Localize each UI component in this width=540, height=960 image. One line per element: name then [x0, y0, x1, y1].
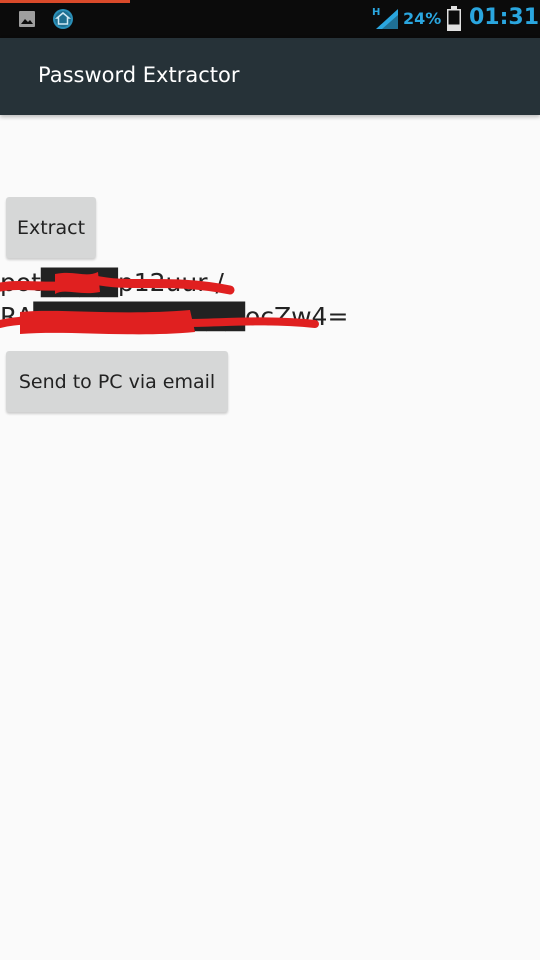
send-to-pc-button[interactable]: Send to PC via email: [6, 351, 228, 412]
app-title: Password Extractor: [38, 63, 240, 87]
status-time: 01:31: [469, 5, 540, 30]
extract-button-label: Extract: [16, 216, 86, 239]
signal-icon: H: [372, 7, 398, 29]
extract-button[interactable]: Extract: [6, 197, 96, 258]
extracted-text-line-1: pot████p12uur /: [0, 268, 224, 297]
send-button-label: Send to PC via email: [18, 370, 216, 393]
app-screen: H 24% 01:31 Password Extractor Extract p…: [0, 0, 540, 960]
app-toolbar: Password Extractor: [0, 38, 540, 115]
battery-percentage: 24%: [403, 9, 442, 28]
extracted-password-text: pot████p12uur / RA███████████ocZw4=: [0, 266, 349, 334]
gallery-icon: [19, 11, 35, 27]
extracted-text-line-2: RA███████████ocZw4=: [0, 302, 349, 331]
status-progress-indicator: [0, 0, 130, 3]
home-app-icon: [53, 9, 73, 29]
status-bar: H 24% 01:31: [0, 0, 540, 38]
battery-icon: [447, 6, 461, 31]
svg-text:H: H: [372, 7, 380, 18]
